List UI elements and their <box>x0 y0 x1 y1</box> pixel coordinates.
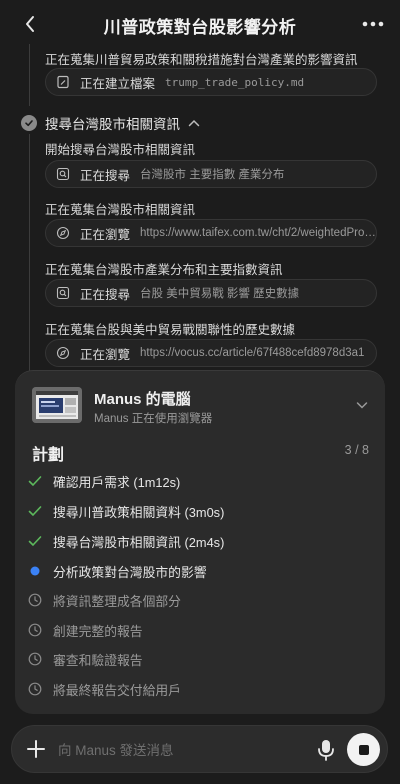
stop-icon <box>358 744 369 755</box>
task-label: 分析政策對台灣股市的影響 <box>53 564 207 580</box>
computer-name: Manus 的電腦 <box>94 391 191 408</box>
clock-icon <box>27 592 43 608</box>
step-pill-browse[interactable]: 正在瀏覽 https://www.taifex.com.tw/cht/2/wei… <box>45 219 377 247</box>
check-icon <box>27 503 43 519</box>
plan-task: 創建完整的報告 <box>27 619 143 641</box>
plan-title: 計劃 <box>32 447 65 464</box>
check-circle-icon <box>21 115 37 131</box>
page-title: 川普政策對台股影響分析 <box>103 17 297 37</box>
plus-icon[interactable] <box>26 739 46 759</box>
back-button[interactable] <box>18 12 42 36</box>
clock-icon <box>27 651 43 667</box>
plan-task: 將資訊整理成各個部分 <box>27 589 181 611</box>
task-label: 確認用戶需求 (1m12s) <box>53 474 181 490</box>
plan-task: 將最終報告交付給用戶 <box>27 678 181 700</box>
step-detail: trump_trade_policy.md <box>165 75 305 89</box>
step-action: 正在建立檔案 <box>80 76 156 91</box>
timeline-text: 正在蒐集川普貿易政策和關稅措施對台灣產業的影響資訊 <box>45 53 358 67</box>
timeline-line <box>29 134 30 384</box>
section-header[interactable]: 搜尋台灣股市相關資訊 <box>21 113 200 133</box>
step-detail: 台灣股市 主要指數 產業分布 <box>140 169 285 181</box>
timeline-line <box>29 44 30 106</box>
step-detail: https://vocus.cc/article/67f488cefd8978d… <box>140 347 365 359</box>
computer-status: Manus 正在使用瀏覽器 <box>94 413 213 425</box>
plan-panel: Manus 的電腦 Manus 正在使用瀏覽器 計劃 3 / 8 確認用戶需求 … <box>15 370 385 714</box>
task-label: 搜尋川普政策相關資料 (3m0s) <box>53 504 225 520</box>
step-pill-create-file[interactable]: 正在建立檔案 trump_trade_policy.md <box>45 68 377 96</box>
step-action: 正在瀏覽 <box>80 227 131 242</box>
step-pill-search[interactable]: 正在搜尋 台股 美中貿易戰 影響 歷史數據 <box>45 279 377 307</box>
check-icon <box>27 473 43 489</box>
browser-thumbnail[interactable] <box>32 387 82 423</box>
stop-button[interactable] <box>347 733 380 766</box>
step-pill-search[interactable]: 正在搜尋 台灣股市 主要指數 產業分布 <box>45 160 377 188</box>
task-label: 創建完整的報告 <box>53 623 143 639</box>
timeline-text: 正在蒐集台股與美中貿易戰關聯性的歷史數據 <box>45 323 296 337</box>
compass-icon <box>56 226 70 240</box>
step-action: 正在瀏覽 <box>80 347 131 362</box>
in-progress-dot-icon <box>27 563 43 579</box>
computer-status-row[interactable]: Manus 的電腦 Manus 正在使用瀏覽器 <box>32 383 372 427</box>
chevron-left-icon <box>26 16 34 32</box>
search-icon <box>56 286 70 300</box>
plan-task: 審查和驗證報告 <box>27 648 143 670</box>
step-action: 正在搜尋 <box>80 168 131 183</box>
task-label: 將最終報告交付給用戶 <box>53 682 181 698</box>
compass-icon <box>56 346 70 360</box>
plan-task: 搜尋川普政策相關資料 (3m0s) <box>27 500 224 522</box>
timeline-text: 正在蒐集台灣股市產業分布和主要指數資訊 <box>45 263 283 277</box>
more-button[interactable] <box>360 12 386 36</box>
timeline-text: 開始搜尋台灣股市相關資訊 <box>45 143 196 157</box>
header: 川普政策對台股影響分析 <box>0 0 400 50</box>
task-label: 搜尋台灣股市相關資訊 (2m4s) <box>53 534 225 550</box>
microphone-icon[interactable] <box>315 738 337 762</box>
search-icon <box>56 167 70 181</box>
clock-icon <box>27 681 43 697</box>
step-pill-browse[interactable]: 正在瀏覽 https://vocus.cc/article/67f488cefd… <box>45 339 377 367</box>
file-edit-icon <box>56 75 70 89</box>
step-detail: https://www.taifex.com.tw/cht/2/weighted… <box>140 227 376 239</box>
chevron-down-icon[interactable] <box>354 397 370 413</box>
more-horizontal-icon <box>362 21 384 27</box>
chevron-up-icon <box>188 119 200 127</box>
plan-progress: 3 / 8 <box>344 443 369 457</box>
section-title: 搜尋台灣股市相關資訊 <box>45 117 180 132</box>
plan-task: 搜尋台灣股市相關資訊 (2m4s) <box>27 530 224 552</box>
plan-task: 確認用戶需求 (1m12s) <box>27 470 180 492</box>
check-icon <box>27 533 43 549</box>
step-action: 正在搜尋 <box>80 287 131 302</box>
message-input[interactable] <box>58 739 278 761</box>
task-label: 將資訊整理成各個部分 <box>53 593 181 609</box>
clock-icon <box>27 622 43 638</box>
plan-task: 分析政策對台灣股市的影響 <box>27 560 207 582</box>
activity-timeline: 正在蒐集川普貿易政策和關稅措施對台灣產業的影響資訊 正在建立檔案 trump_t… <box>0 44 400 384</box>
timeline-text: 正在蒐集台灣股市相關資訊 <box>45 203 196 217</box>
message-composer <box>11 725 388 773</box>
step-detail: 台股 美中貿易戰 影響 歷史數據 <box>140 288 300 300</box>
task-label: 審查和驗證報告 <box>53 652 143 668</box>
